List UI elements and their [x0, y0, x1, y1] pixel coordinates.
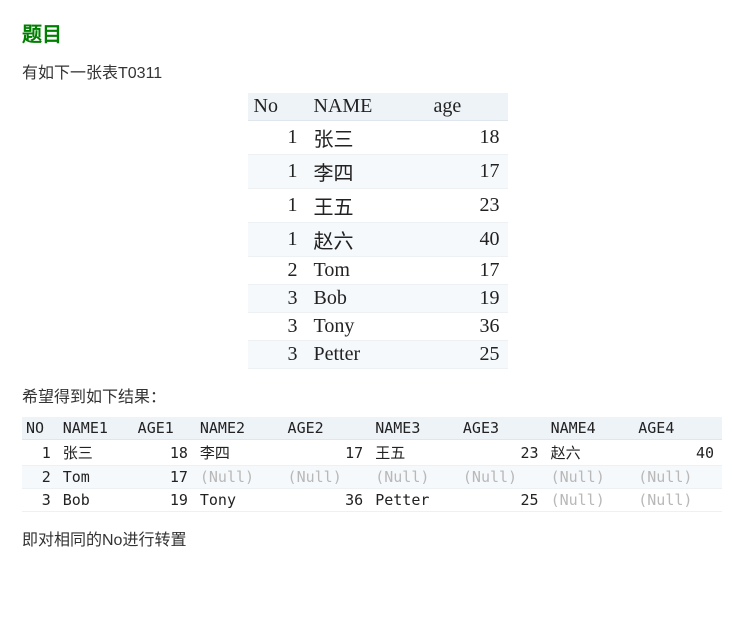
cell-age3: (Null): [459, 466, 547, 489]
cell-age: 17: [428, 257, 508, 285]
table-row: 1张三18李四17王五23赵六40: [22, 440, 722, 466]
cell-no: 1: [248, 223, 308, 257]
table-row: 1张三18: [248, 121, 508, 155]
cell-name: Petter: [308, 341, 428, 369]
null-value: (Null): [638, 491, 692, 509]
cell-age3: 25: [459, 489, 547, 512]
cell-age2: 17: [284, 440, 372, 466]
result-table: NO NAME1 AGE1 NAME2 AGE2 NAME3 AGE3 NAME…: [22, 417, 722, 512]
cell-name1: 张三: [59, 440, 134, 466]
cell-name4: (Null): [547, 466, 635, 489]
cell-no: 3: [22, 489, 59, 512]
col-name: NAME: [308, 93, 428, 121]
col2-name3: NAME3: [371, 417, 459, 440]
intro-text: 有如下一张表T0311: [22, 59, 733, 83]
null-value: (Null): [375, 468, 429, 486]
cell-name2: (Null): [196, 466, 284, 489]
cell-name2: Tony: [196, 489, 284, 512]
cell-no: 1: [248, 155, 308, 189]
cell-name: 李四: [308, 155, 428, 189]
source-table: No NAME age 1张三181李四171王五231赵六402Tom173B…: [248, 93, 508, 369]
cell-no: 3: [248, 341, 308, 369]
table1-header-row: No NAME age: [248, 93, 508, 121]
cell-name: Tony: [308, 313, 428, 341]
col2-name4: NAME4: [547, 417, 635, 440]
cell-name: Bob: [308, 285, 428, 313]
section-heading: 题目: [22, 18, 733, 47]
cell-name1: Bob: [59, 489, 134, 512]
cell-age1: 17: [134, 466, 196, 489]
cell-name: 赵六: [308, 223, 428, 257]
cell-age2: 36: [284, 489, 372, 512]
cell-name: 张三: [308, 121, 428, 155]
cell-age3: 23: [459, 440, 547, 466]
col2-age1: AGE1: [134, 417, 196, 440]
cell-no: 1: [248, 121, 308, 155]
col2-age2: AGE2: [284, 417, 372, 440]
cell-no: 2: [22, 466, 59, 489]
null-value: (Null): [463, 468, 517, 486]
null-value: (Null): [551, 491, 605, 509]
cell-name4: 赵六: [547, 440, 635, 466]
cell-age: 17: [428, 155, 508, 189]
cell-name2: 李四: [196, 440, 284, 466]
col2-age3: AGE3: [459, 417, 547, 440]
cell-age4: 40: [634, 440, 722, 466]
cell-name3: (Null): [371, 466, 459, 489]
table-row: 3Tony36: [248, 313, 508, 341]
table2-header-row: NO NAME1 AGE1 NAME2 AGE2 NAME3 AGE3 NAME…: [22, 417, 722, 440]
cell-age: 25: [428, 341, 508, 369]
table1-wrapper: No NAME age 1张三181李四171王五231赵六402Tom173B…: [22, 93, 733, 369]
col2-name2: NAME2: [196, 417, 284, 440]
cell-age4: (Null): [634, 466, 722, 489]
cell-name: Tom: [308, 257, 428, 285]
cell-age1: 19: [134, 489, 196, 512]
cell-age: 18: [428, 121, 508, 155]
col2-no: NO: [22, 417, 59, 440]
cell-name1: Tom: [59, 466, 134, 489]
col-age: age: [428, 93, 508, 121]
col-no: No: [248, 93, 308, 121]
table-row: 2Tom17: [248, 257, 508, 285]
cell-no: 1: [22, 440, 59, 466]
col2-name1: NAME1: [59, 417, 134, 440]
col2-age4: AGE4: [634, 417, 722, 440]
cell-age1: 18: [134, 440, 196, 466]
cell-age: 36: [428, 313, 508, 341]
table-row: 2Tom17(Null)(Null)(Null)(Null)(Null)(Nul…: [22, 466, 722, 489]
cell-name: 王五: [308, 189, 428, 223]
cell-no: 3: [248, 285, 308, 313]
cell-no: 2: [248, 257, 308, 285]
cell-age: 40: [428, 223, 508, 257]
table-row: 3Petter25: [248, 341, 508, 369]
table-row: 3Bob19: [248, 285, 508, 313]
null-value: (Null): [200, 468, 254, 486]
null-value: (Null): [551, 468, 605, 486]
null-value: (Null): [288, 468, 342, 486]
cell-no: 3: [248, 313, 308, 341]
cell-name3: 王五: [371, 440, 459, 466]
cell-name3: Petter: [371, 489, 459, 512]
cell-age: 23: [428, 189, 508, 223]
cell-age: 19: [428, 285, 508, 313]
cell-no: 1: [248, 189, 308, 223]
table-row: 1赵六40: [248, 223, 508, 257]
conclusion-text: 即对相同的No进行转置: [22, 526, 733, 550]
table-row: 3Bob19Tony36Petter25(Null)(Null): [22, 489, 722, 512]
cell-name4: (Null): [547, 489, 635, 512]
table-row: 1李四17: [248, 155, 508, 189]
cell-age2: (Null): [284, 466, 372, 489]
table-row: 1王五23: [248, 189, 508, 223]
cell-age4: (Null): [634, 489, 722, 512]
null-value: (Null): [638, 468, 692, 486]
mid-text: 希望得到如下结果：: [22, 383, 733, 407]
